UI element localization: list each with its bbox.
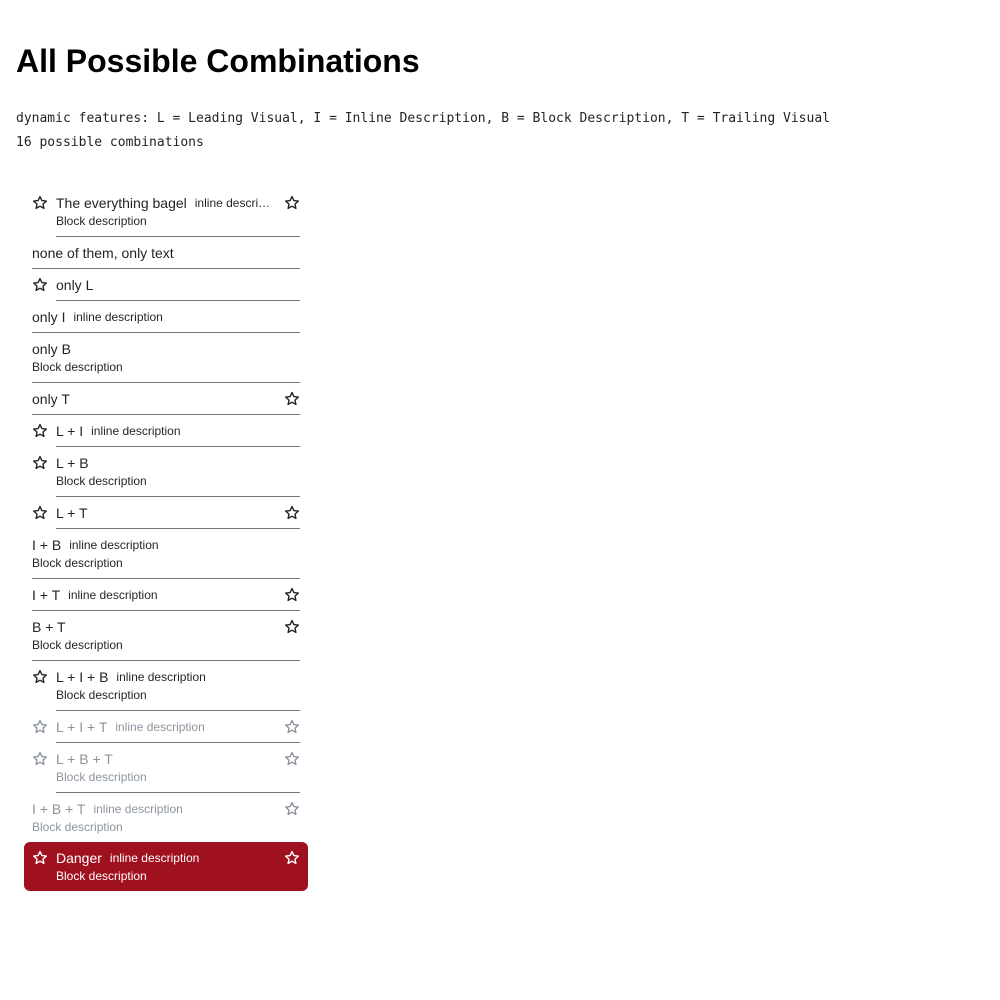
item-label: The everything bagel — [56, 195, 187, 211]
item-content: L + I inline description — [56, 423, 300, 447]
list-item-danger[interactable]: Danger inline description Block descriptio… — [24, 842, 308, 891]
block-description: Block description — [56, 214, 147, 228]
item-content: I + T inline description — [32, 587, 300, 611]
star-icon — [32, 669, 48, 685]
star-icon — [32, 505, 48, 521]
star-icon — [32, 423, 48, 439]
item-label: I + B + T — [32, 801, 86, 817]
item-content: only I inline description — [32, 309, 300, 333]
item-label: I + T — [32, 587, 61, 603]
list-item-l-t[interactable]: L + T — [24, 497, 308, 529]
inline-description: inline description — [116, 670, 206, 684]
star-icon — [32, 455, 48, 471]
inline-description: inline description — [69, 538, 159, 552]
block-description: Block description — [56, 770, 147, 784]
list-item-none-of-them-only-text[interactable]: none of them, only text — [24, 237, 308, 269]
star-icon — [32, 277, 48, 293]
star-icon — [32, 719, 48, 735]
list-item-b-t[interactable]: B + T Block description — [24, 611, 308, 661]
list-item-only-t[interactable]: only T — [24, 383, 308, 415]
star-icon — [284, 751, 300, 767]
star-icon — [284, 587, 300, 603]
list-item-only-i[interactable]: only I inline description — [24, 301, 308, 333]
inline-description: inline description — [115, 720, 205, 734]
item-content: L + B Block description — [56, 455, 300, 497]
item-label: Danger — [56, 850, 102, 866]
item-label: L + I — [56, 423, 84, 439]
item-label: only B — [32, 341, 71, 357]
list-item-i-b[interactable]: I + B inline description Block description — [24, 529, 308, 579]
item-content: L + I + B inline description Block descrip… — [56, 669, 300, 711]
item-label: L + B — [56, 455, 89, 471]
block-description: Block description — [32, 638, 123, 652]
action-list: The everything bagel inline description Bl… — [24, 187, 308, 891]
list-item-l-i-b[interactable]: L + I + B inline description Block descrip… — [24, 661, 308, 711]
inline-description: inline description — [93, 802, 183, 816]
inline-description: inline description — [91, 424, 181, 438]
item-content: L + T — [56, 505, 300, 529]
inline-description: inline description — [109, 851, 200, 865]
page-title: All Possible Combinations — [16, 43, 420, 79]
item-label: L + I + T — [56, 719, 108, 735]
list-item-l-i[interactable]: L + I inline description — [24, 415, 308, 447]
item-label: only I — [32, 309, 66, 325]
item-label: L + T — [56, 505, 88, 521]
block-description: Block description — [32, 556, 123, 570]
item-content: The everything bagel inline description Bl… — [56, 195, 300, 237]
item-content: I + B + T inline description Block descrip… — [32, 801, 300, 842]
star-icon — [284, 195, 300, 211]
item-content: only B Block description — [32, 341, 300, 383]
item-content: none of them, only text — [32, 245, 300, 269]
item-label: L + I + B — [56, 669, 109, 685]
item-label: L + B + T — [56, 751, 113, 767]
item-label: I + B — [32, 537, 62, 553]
item-content: Danger inline description Block descriptio… — [56, 850, 300, 891]
item-label: B + T — [32, 619, 66, 635]
list-item-l-b-t: L + B + T Block description — [24, 743, 308, 793]
item-content: only L — [56, 277, 300, 301]
list-item-i-b-t: I + B + T inline description Block descrip… — [24, 793, 308, 842]
item-label: none of them, only text — [32, 245, 174, 261]
item-content: B + T Block description — [32, 619, 300, 661]
item-content: L + I + T inline description — [56, 719, 300, 743]
list-item-the-everything-bagel[interactable]: The everything bagel inline description Bl… — [24, 187, 308, 237]
list-item-i-t[interactable]: I + T inline description — [24, 579, 308, 611]
star-icon — [284, 391, 300, 407]
star-icon — [32, 751, 48, 767]
inline-description: inline description — [68, 588, 158, 602]
star-icon — [284, 801, 300, 817]
list-item-only-l[interactable]: only L — [24, 269, 308, 301]
star-icon — [284, 619, 300, 635]
combinations-count: 16 possible combinations — [16, 135, 204, 150]
item-content: I + B inline description Block description — [32, 537, 300, 579]
item-label: only T — [32, 391, 70, 407]
star-icon — [284, 505, 300, 521]
block-description: Block description — [56, 688, 147, 702]
item-content: L + B + T Block description — [56, 751, 300, 793]
star-icon — [284, 719, 300, 735]
item-content: only T — [32, 391, 300, 415]
list-item-only-b[interactable]: only B Block description — [24, 333, 308, 383]
list-item-l-i-t: L + I + T inline description — [24, 711, 308, 743]
item-label: only L — [56, 277, 94, 293]
features-legend: dynamic features: L = Leading Visual, I … — [16, 111, 830, 126]
list-item-l-b[interactable]: L + B Block description — [24, 447, 308, 497]
star-icon — [32, 195, 48, 211]
block-description: Block description — [32, 820, 123, 834]
block-description: Block description — [56, 869, 147, 883]
inline-description: inline description — [194, 196, 276, 210]
inline-description: inline description — [73, 310, 163, 324]
block-description: Block description — [32, 360, 123, 374]
star-icon — [284, 850, 300, 866]
block-description: Block description — [56, 474, 147, 488]
star-icon — [32, 850, 48, 866]
